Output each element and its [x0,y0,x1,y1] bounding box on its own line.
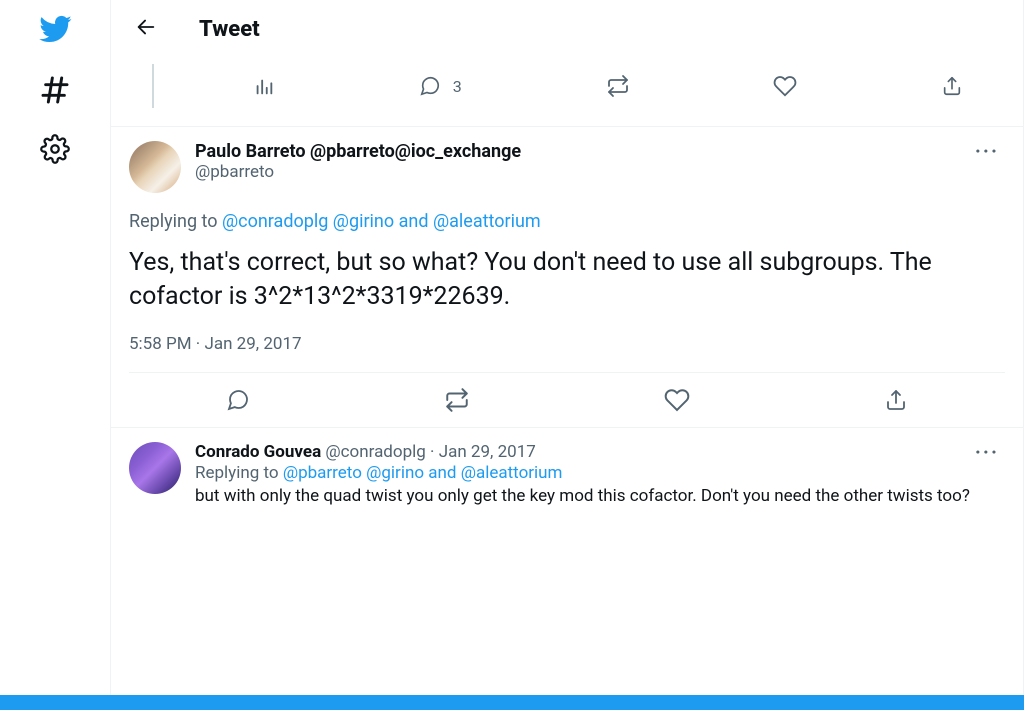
parent-tweet-actions: 3 [111,64,1023,127]
tweet-text: but with only the quad twist you only ge… [195,485,1005,508]
mention-link[interactable]: @conradoplg [222,211,328,232]
tweet-action-bar [129,372,1005,427]
avatar[interactable] [129,141,181,193]
analytics-button[interactable] [253,74,275,98]
reply-count: 3 [453,77,462,96]
tweet-timestamp[interactable]: 5:58 PM · Jan 29, 2017 [129,334,1005,354]
bottom-banner[interactable] [0,695,1024,710]
thread-line [152,64,154,108]
reply-tweet[interactable]: Conrado Gouvea @conradoplg · Jan 29, 201… [111,428,1023,508]
like-button[interactable] [773,74,797,98]
user-handle[interactable]: @pbarreto [195,162,955,182]
page-header: Tweet [111,0,1023,64]
mention-link[interactable]: @pbarreto [283,463,362,483]
explore-icon[interactable] [39,74,71,106]
settings-icon[interactable] [40,134,70,164]
avatar[interactable] [129,442,181,494]
replying-to: Replying to @pbarreto @girino and @aleat… [195,463,1005,483]
reply-button[interactable] [226,387,250,413]
retweet-button[interactable] [606,74,630,98]
page-title: Tweet [199,17,260,42]
share-button[interactable] [941,74,963,98]
main-tweet: Paulo Barreto @pbarreto@ioc_exchange @pb… [111,127,1023,428]
reply-meta[interactable]: @conradoplg · Jan 29, 2017 [321,442,536,462]
more-options-button[interactable]: ··· [969,141,1005,161]
back-button[interactable] [129,10,163,48]
replying-to: Replying to @conradoplg @girino and @ale… [129,211,1005,232]
mention-link[interactable]: @aleattorium [461,463,563,483]
display-name[interactable]: Paulo Barreto @pbarreto@ioc_exchange [195,141,955,162]
reply-author-line: Conrado Gouvea @conradoplg · Jan 29, 201… [195,442,536,462]
share-button[interactable] [884,387,908,413]
tweet-text: Yes, that's correct, but so what? You do… [129,246,1005,314]
mention-link[interactable]: @aleattorium [433,211,541,232]
like-button[interactable] [664,387,690,413]
reply-button[interactable]: 3 [419,74,462,98]
more-options-button[interactable]: ··· [969,442,1005,462]
display-name[interactable]: Conrado Gouvea [195,442,321,462]
retweet-button[interactable] [444,387,470,413]
twitter-logo-icon[interactable] [38,12,72,46]
mention-link[interactable]: @girino [366,463,424,483]
main-column: Tweet 3 [110,0,1024,695]
mention-link[interactable]: @girino [333,211,394,232]
sidebar [0,0,110,695]
